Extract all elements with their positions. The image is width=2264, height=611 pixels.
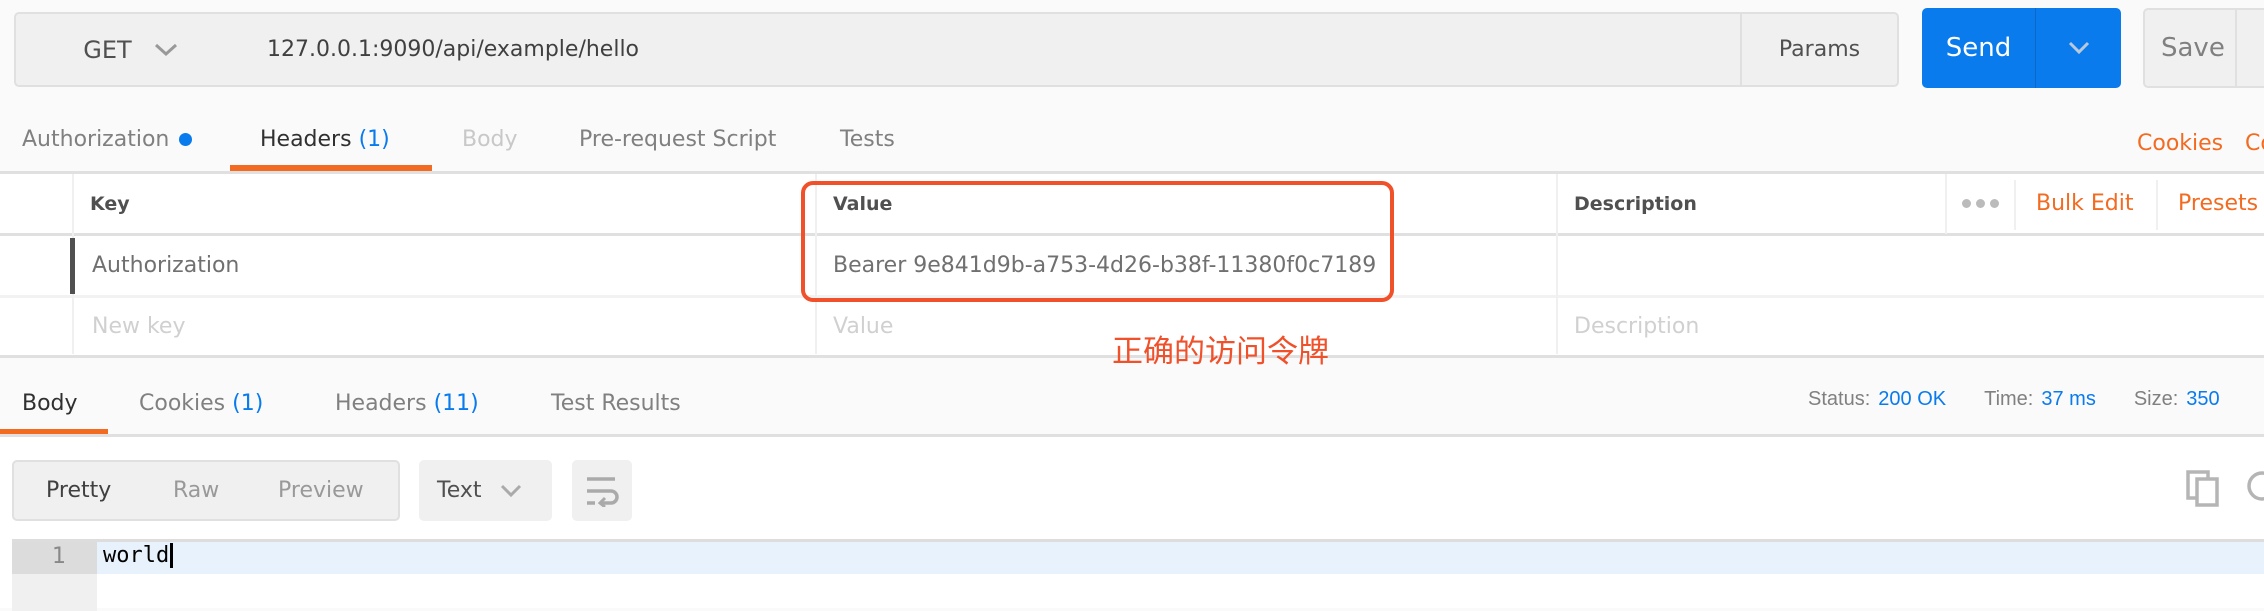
url-input[interactable]: 127.0.0.1:9090/api/example/hello — [245, 12, 1742, 87]
tab-authorization[interactable]: Authorization — [22, 108, 193, 170]
response-meta: Status: 200 OK Time: 37 ms Size: 350 — [1808, 387, 2220, 410]
code-line: world — [103, 543, 174, 568]
view-mode-raw[interactable]: Raw — [173, 478, 219, 503]
method-label: GET — [83, 35, 132, 64]
response-tab-test-results[interactable]: Test Results — [551, 372, 681, 434]
chevron-down-icon — [154, 43, 177, 56]
save-button[interactable]: Save — [2143, 8, 2264, 88]
column-header-key: Key — [90, 192, 130, 215]
tab-headers[interactable]: Headers (1) — [260, 108, 390, 170]
view-mode-pretty[interactable]: Pretty — [46, 478, 111, 503]
new-key-input[interactable]: New key — [76, 297, 814, 355]
annotation-text: 正确的访问令牌 — [1112, 334, 1329, 370]
annotation-highlight-box — [801, 181, 1394, 302]
header-description-input[interactable] — [1558, 236, 1945, 295]
ellipsis-icon — [1962, 199, 1999, 208]
view-mode-preview[interactable]: Preview — [278, 478, 364, 503]
send-options-button[interactable] — [2035, 8, 2121, 88]
code-editor[interactable]: 1 world — [12, 539, 2264, 611]
cookies-link[interactable]: Cookies — [2137, 112, 2223, 174]
wrap-icon — [587, 476, 619, 507]
time-value: 37 ms — [2041, 387, 2096, 410]
new-description-input[interactable]: Description — [1558, 297, 1945, 355]
tab-body[interactable]: Body — [462, 108, 518, 170]
chevron-down-icon — [2068, 41, 2089, 55]
presets-button[interactable]: Presets — [2162, 174, 2258, 233]
size-value: 350 — [2186, 387, 2220, 410]
bulk-edit-button[interactable]: Bulk Edit — [2020, 174, 2134, 233]
line-number: 1 — [52, 544, 66, 569]
chevron-down-icon — [500, 484, 521, 497]
active-line-highlight — [12, 542, 2264, 574]
tab-tests[interactable]: Tests — [840, 108, 895, 170]
status-dot-icon — [179, 132, 193, 146]
copy-icon[interactable] — [2186, 470, 2220, 508]
column-header-description: Description — [1574, 192, 1697, 215]
tab-pre-request-script[interactable]: Pre-request Script — [579, 108, 776, 170]
response-tab-headers[interactable]: Headers (11) — [335, 372, 479, 434]
response-tab-cookies[interactable]: Cookies (1) — [139, 372, 263, 434]
more-options-button[interactable] — [1948, 174, 1999, 233]
search-icon[interactable] — [2244, 470, 2264, 506]
params-button[interactable]: Params — [1740, 12, 1899, 87]
status-value: 200 OK — [1878, 387, 1947, 410]
row-drag-handle[interactable] — [70, 238, 75, 294]
code-link[interactable]: Co — [2245, 112, 2264, 174]
wrap-lines-button[interactable] — [572, 460, 632, 521]
format-select[interactable]: Text — [419, 460, 552, 521]
response-tab-body[interactable]: Body — [22, 372, 78, 434]
header-key-input[interactable]: Authorization — [76, 236, 814, 295]
method-select[interactable]: GET — [14, 12, 247, 87]
view-mode-group: Pretty Raw Preview — [12, 460, 400, 521]
send-button[interactable]: Send — [1922, 8, 2035, 88]
